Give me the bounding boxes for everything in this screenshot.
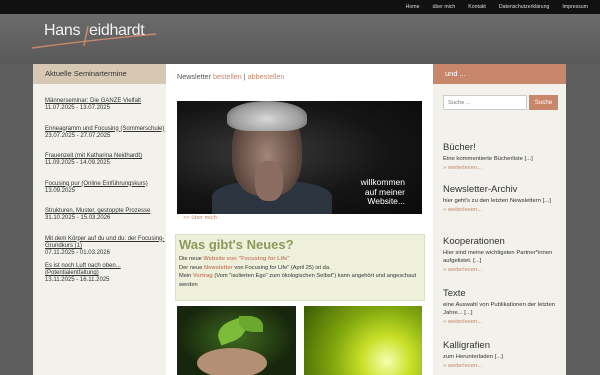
news-talk-link[interactable]: Vortrag [193, 273, 213, 279]
block-text: Eine kommentierte Bücherliste [...] [443, 156, 533, 162]
hero-welcome-text: willkommen auf meiner Website... [361, 177, 405, 207]
calligraphy-block: Kalligrafien zum Herunterladen [...] » w… [443, 340, 561, 369]
hero-line: Website... [367, 196, 405, 206]
portrait-hand [255, 161, 283, 201]
block-text: zum Herunterladen [...] [443, 354, 503, 360]
newsletter-unsubscribe-link[interactable]: abbestellen [248, 72, 285, 81]
cooperations-block: Kooperationen Hier sind meine wichtigste… [443, 236, 561, 273]
news-text-3: von Focusing for Life" (April 25) ist da… [234, 264, 331, 271]
nav-privacy[interactable]: Datenschutzerklärung [499, 4, 549, 10]
block-title: Bücher! [443, 142, 476, 153]
seminar-date: 11.09.2025 - 14.09.2025 [45, 160, 110, 167]
right-sidebar: und ... Suche Bücher! Eine kommentierte … [433, 64, 566, 375]
books-block: Bücher! Eine kommentierte Bücherliste [.… [443, 142, 561, 171]
seminar-link[interactable]: Mit dem Körper auf du und du: der Focusi… [45, 236, 166, 251]
news-box: Was gibt's Neues? Die neue Website von "… [175, 234, 425, 301]
seminar-item: Es ist noch Luft nach oben... (Potential… [45, 263, 166, 291]
block-title: Kooperationen [443, 236, 505, 247]
site-logo[interactable]: Hans eidhardt [30, 22, 160, 54]
newsletter-archive-block: Newsletter-Archiv hier geht's zu den let… [443, 184, 561, 213]
seminar-item: Focusing pur (Online Einführungskurs) 13.… [45, 181, 166, 209]
seminar-link[interactable]: Es ist noch Luft nach oben... (Potential… [45, 263, 166, 278]
block-text: eine Auswahl von Publikationen der letzt… [443, 302, 555, 316]
logo-first-name: Hans [44, 22, 81, 39]
seminar-item: Mit dem Körper auf du und du: der Focusi… [45, 236, 166, 263]
seminar-link[interactable]: Strukturen, Muster, gestoppte Prozesse [45, 208, 166, 215]
search-input[interactable] [443, 95, 527, 110]
nav-imprint[interactable]: Impressum [562, 4, 588, 10]
read-more-link[interactable]: » weiterlesen... [443, 207, 561, 213]
seminar-list: Männerseminar: Die GANZE Vielfalt 11.07.2… [33, 84, 166, 290]
block-title: Newsletter-Archiv [443, 184, 518, 195]
seminar-item: Enneagramm und Focusing (Sommerschule) 23… [45, 126, 166, 154]
news-website-link[interactable]: Website von "Focusing for Life" [203, 256, 290, 262]
seminar-date: 13.11.2025 - 16.11.2025 [45, 277, 110, 284]
seminar-item: Männerseminar: Die GANZE Vielfalt 11.07.2… [45, 98, 166, 126]
search-button[interactable]: Suche [529, 95, 558, 110]
read-more-link[interactable]: » weiterlesen... [443, 165, 561, 171]
block-text: hier geht's zu den letzten Newslettern [… [443, 198, 551, 204]
seminar-link[interactable]: Männerseminar: Die GANZE Vielfalt [45, 98, 166, 105]
about-me-link[interactable]: >> über mich [183, 215, 217, 221]
logo-last-name: eidhardt [89, 22, 145, 39]
seminar-date: 23.07.2025 - 27.07.2025 [45, 132, 111, 139]
top-navigation: Home über mich Kontakt Datenschutzerklär… [406, 0, 588, 14]
nav-contact[interactable]: Kontakt [468, 4, 486, 10]
newsletter-separator: | [243, 72, 246, 81]
palm-shape [197, 348, 267, 375]
texts-block: Texte eine Auswahl von Publikationen der… [443, 288, 561, 325]
seminar-date: 11.07.2025 - 13.07.2025 [45, 105, 110, 112]
seminar-link[interactable]: Frauenzeit (mit Katharina Neidhardt) [45, 153, 166, 160]
top-bar: Home über mich Kontakt Datenschutzerklär… [0, 0, 600, 14]
seminar-item: Frauenzeit (mit Katharina Neidhardt) 11.0… [45, 153, 166, 181]
newsletter-subscribe-link[interactable]: bestellen [213, 72, 242, 81]
fern-spiral-image [304, 306, 422, 375]
read-more-link[interactable]: » weiterlesen... [443, 363, 561, 369]
main-content: Newsletter bestellen | abbestellen willk… [166, 64, 433, 375]
news-text: Die neue Website von "Focusing for Life"… [176, 255, 424, 289]
right-heading: und ... [433, 64, 566, 84]
seminar-date: 13.09.2025 [45, 187, 76, 194]
news-text-1: Die neue [179, 256, 202, 262]
seminar-heading: Aktuelle Seminartermine [33, 64, 166, 84]
nav-home[interactable]: Home [406, 4, 420, 10]
seminar-date: 07.11.2025 - 01.03.2026 [45, 250, 110, 257]
news-text-4: Mein [179, 273, 192, 279]
seminar-link[interactable]: Enneagramm und Focusing (Sommerschule) [45, 126, 166, 133]
nav-about[interactable]: über mich [433, 4, 456, 10]
news-text-5: (Vom "isolierten Ego" zum ökologischen S… [179, 273, 417, 288]
block-title: Texte [443, 288, 466, 299]
news-text-2: Der neue [179, 264, 203, 271]
block-title: Kalligrafien [443, 340, 490, 351]
seminar-item: Strukturen, Muster, gestoppte Prozesse 31… [45, 208, 166, 236]
read-more-link[interactable]: » weiterlesen... [443, 319, 561, 325]
read-more-link[interactable]: » weiterlesen... [443, 267, 561, 273]
portrait-hair [227, 101, 307, 131]
seminar-link[interactable]: Focusing pur (Online Einführungskurs) [45, 181, 166, 188]
seminar-sidebar: Aktuelle Seminartermine Männerseminar: D… [33, 64, 166, 375]
news-newsletter-link[interactable]: Newsletter [204, 265, 233, 271]
newsletter-label: Newsletter [177, 72, 211, 81]
newsletter-line: Newsletter bestellen | abbestellen [177, 72, 284, 81]
seedling-image [177, 306, 296, 375]
hero-portrait-image: willkommen auf meiner Website... [177, 101, 422, 214]
block-text: Hier sind meine wichtigsten Partner*inne… [443, 250, 553, 264]
news-title: Was gibt's Neues? [179, 237, 294, 252]
seminar-date: 31.10.2025 - 15.03.2026 [45, 215, 111, 222]
